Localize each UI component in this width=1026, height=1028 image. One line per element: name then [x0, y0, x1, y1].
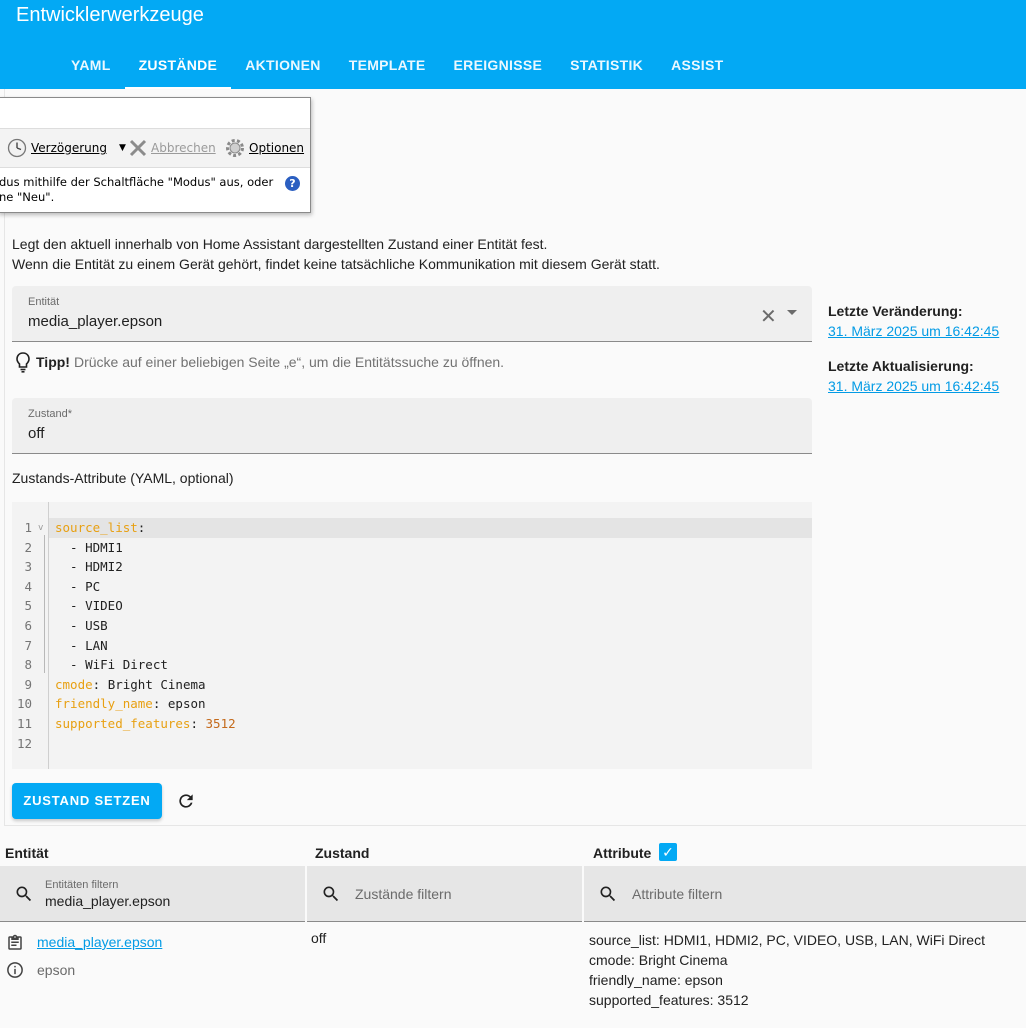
page-title: Entwicklerwerkzeuge	[16, 4, 204, 26]
clear-icon[interactable]: ✕	[760, 304, 777, 329]
tip-text: Drücke auf einer beliebigen Seite „e“, u…	[73, 354, 505, 370]
state-field-value[interactable]: off	[28, 425, 44, 442]
entity-attributes: source_list: HDMI1, HDMI2, PC, VIDEO, US…	[589, 930, 985, 1010]
yaml-editor[interactable]: 1 v 2 3 4 5 6 7 8 9 10 11 12 source_list: - HDMI1 - …	[12, 502, 812, 769]
description: Legt den aktuell innerhalb von Home Assi…	[12, 236, 660, 272]
entity-link[interactable]: media_player.epson	[37, 934, 162, 950]
lightbulb-icon	[16, 352, 30, 373]
tab-template[interactable]: TEMPLATE	[335, 45, 440, 89]
search-icon	[600, 886, 616, 902]
line-number: 11	[16, 716, 32, 731]
last-updated-label: Letzte Aktualisierung:	[828, 358, 974, 374]
info-icon[interactable]	[6, 961, 24, 979]
search-icon	[323, 886, 339, 902]
set-state-button[interactable]: ZUSTAND SETZEN	[12, 783, 162, 819]
search-tip: Tipp! Drücke auf einer beliebigen Seite …	[14, 351, 504, 373]
entity-filter-value[interactable]: media_player.epson	[45, 893, 170, 909]
search-icon	[16, 886, 32, 902]
line-number: 9	[24, 677, 32, 692]
last-updated: Letzte Aktualisierung: 31. März 2025 um …	[828, 358, 999, 394]
snipping-toolbar: Verzögerung ▼ Abbrechen Optionen	[0, 128, 310, 168]
code-line[interactable]: - LAN	[49, 636, 812, 656]
last-changed: Letzte Veränderung: 31. März 2025 um 16:…	[828, 303, 999, 339]
code-line[interactable]: - HDMI2	[49, 557, 812, 577]
delay-label: Verzögerung	[31, 141, 107, 155]
tab-events[interactable]: EREIGNISSE	[440, 45, 557, 89]
snipping-hint: dus mithilfe der Schaltfläche "Modus" au…	[0, 175, 274, 204]
attributes-filter[interactable]: Attribute filtern	[584, 866, 1026, 922]
caret-down-icon: ▼	[119, 143, 126, 153]
snipping-tool-window: Verzögerung ▼ Abbrechen Optionen dus mit…	[0, 97, 311, 213]
clock-icon	[7, 138, 27, 158]
col-attributes-header: Attribute	[593, 845, 652, 861]
attributes-filter-placeholder[interactable]: Attribute filtern	[632, 886, 722, 902]
close-icon	[129, 139, 147, 157]
cancel-label: Abbrechen	[151, 141, 216, 155]
tab-yaml[interactable]: YAML	[57, 45, 125, 89]
entity-filter[interactable]: Entitäten filtern media_player.epson	[0, 866, 305, 922]
cancel-button[interactable]: Abbrechen	[129, 136, 216, 160]
tab-states[interactable]: ZUSTÄNDE	[124, 45, 232, 89]
tip-label: Tipp!	[36, 354, 70, 370]
tab-actions[interactable]: AKTIONEN	[231, 45, 335, 89]
gear-icon	[226, 139, 244, 157]
entity-state: off	[311, 930, 327, 946]
state-field-label: Zustand*	[28, 408, 73, 420]
last-updated-value[interactable]: 31. März 2025 um 16:42:45	[828, 378, 999, 394]
attribute-line: source_list: HDMI1, HDMI2, PC, VIDEO, US…	[589, 932, 985, 948]
entity-field-label: Entität	[28, 296, 60, 308]
code-line[interactable]: friendly_name: epson	[49, 694, 812, 714]
refresh-icon[interactable]	[176, 791, 196, 811]
tab-bar: YAML ZUSTÄNDE AKTIONEN TEMPLATE EREIGNIS…	[57, 45, 737, 89]
state-field[interactable]: Zustand* off	[12, 398, 812, 454]
entity-filter-label: Entitäten filtern	[45, 879, 119, 891]
col-state-header[interactable]: Zustand	[315, 845, 369, 861]
col-entity-header[interactable]: Entität	[5, 845, 49, 861]
help-icon[interactable]: ?	[285, 176, 300, 191]
attribute-line: supported_features: 3512	[589, 992, 749, 1008]
clipboard-icon[interactable]	[6, 933, 24, 953]
attribute-line: friendly_name: epson	[589, 972, 723, 988]
last-changed-value[interactable]: 31. März 2025 um 16:42:45	[828, 323, 999, 339]
code-line[interactable]: - USB	[49, 616, 812, 636]
code-line[interactable]: - PC	[49, 577, 812, 597]
indent-guide	[44, 535, 45, 673]
chevron-down-icon[interactable]	[787, 310, 797, 315]
state-filter[interactable]: Zustände filtern	[307, 866, 582, 922]
code-line[interactable]: - HDMI1	[49, 538, 812, 558]
code-line[interactable]	[49, 734, 812, 754]
entity-friendly-name: epson	[37, 962, 76, 978]
last-changed-label: Letzte Veränderung:	[828, 303, 963, 319]
line-number: 10	[16, 696, 32, 711]
code-line[interactable]: - WiFi Direct	[49, 655, 812, 675]
code-line[interactable]: supported_features: 3512	[49, 714, 812, 734]
entity-field[interactable]: Entität media_player.epson ✕	[12, 286, 812, 342]
attributes-checkbox[interactable]: ✓	[659, 843, 677, 861]
attributes-label: Zustands-Attribute (YAML, optional)	[12, 470, 234, 486]
line-number: 12	[16, 736, 32, 751]
entity-field-value[interactable]: media_player.epson	[28, 313, 162, 330]
options-button[interactable]: Optionen	[225, 136, 304, 160]
code-line[interactable]: cmode: Bright Cinema	[49, 675, 812, 695]
app-header: Entwicklerwerkzeuge YAML ZUSTÄNDE AKTION…	[0, 0, 1026, 89]
state-filter-placeholder[interactable]: Zustände filtern	[355, 886, 452, 902]
attribute-line: cmode: Bright Cinema	[589, 952, 728, 968]
options-label: Optionen	[249, 141, 305, 155]
code-line[interactable]: source_list:	[49, 518, 812, 538]
tab-assist[interactable]: ASSIST	[657, 45, 737, 89]
code-line[interactable]: - VIDEO	[49, 596, 812, 616]
delay-button[interactable]: Verzögerung ▼	[7, 136, 126, 160]
tab-statistics[interactable]: STATISTIK	[556, 45, 657, 89]
